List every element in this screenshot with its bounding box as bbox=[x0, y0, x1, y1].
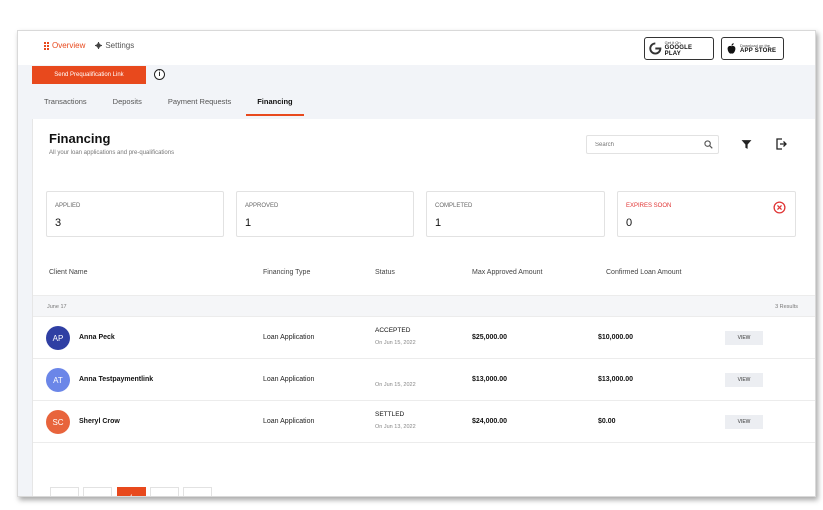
google-play-badge[interactable]: Get it On GOOGLE PLAY bbox=[644, 37, 714, 60]
financing-type: Loan Application bbox=[263, 418, 315, 425]
col-confirmed-loan-amount[interactable]: Confirmed Loan Amount bbox=[606, 269, 682, 276]
status-text: ACCEPTED bbox=[375, 327, 411, 334]
group-result-count: 3 Results bbox=[775, 304, 798, 310]
col-max-approved-amount[interactable]: Max Approved Amount bbox=[472, 269, 542, 276]
export-icon[interactable] bbox=[775, 138, 787, 150]
client-name: Anna Peck bbox=[79, 334, 115, 341]
stat-applied-value: 3 bbox=[55, 217, 62, 229]
col-client-name[interactable]: Client Name bbox=[49, 269, 88, 276]
financing-type: Loan Application bbox=[263, 376, 315, 383]
gear-icon bbox=[95, 42, 103, 49]
avatar: AT bbox=[46, 368, 70, 392]
table-row[interactable]: SC Sheryl Crow Loan Application SETTLED … bbox=[33, 401, 815, 443]
view-button[interactable]: VIEW bbox=[725, 415, 763, 429]
stat-applied: APPLIED 3 bbox=[46, 191, 224, 237]
col-status[interactable]: Status bbox=[375, 269, 395, 276]
financing-type: Loan Application bbox=[263, 334, 315, 341]
page-first-button[interactable]: « bbox=[50, 487, 79, 496]
app-window: Overview Settings Get it On GOOGLE PLAY … bbox=[17, 30, 816, 497]
tab-transactions[interactable]: Transactions bbox=[44, 97, 87, 116]
app-store-big-text: APP STORE bbox=[740, 48, 777, 54]
grid-icon bbox=[44, 41, 49, 50]
nav-overview[interactable]: Overview bbox=[44, 41, 85, 50]
status-date: On Jun 13, 2022 bbox=[375, 424, 416, 430]
view-button[interactable]: VIEW bbox=[725, 331, 763, 345]
page-subtitle: All your loan applications and pre-quali… bbox=[49, 150, 175, 156]
stat-approved-label: APPROVED bbox=[245, 203, 279, 209]
max-approved-amount: $24,000.00 bbox=[472, 418, 508, 425]
page-prev-button[interactable]: ‹ bbox=[83, 487, 112, 496]
page-last-button[interactable]: » bbox=[183, 487, 212, 496]
status-date: On Jun 15, 2022 bbox=[375, 340, 416, 346]
stat-completed-value: 1 bbox=[435, 217, 442, 229]
financing-panel: Financing All your loan applications and… bbox=[32, 119, 815, 496]
google-play-big-text: GOOGLE PLAY bbox=[664, 45, 693, 57]
google-icon bbox=[649, 42, 662, 55]
app-store-badge[interactable]: Download on the APP STORE bbox=[721, 37, 784, 60]
stat-expires-soon: EXPIRES SOON 0 bbox=[617, 191, 796, 237]
page-1-button[interactable]: 1 bbox=[117, 487, 146, 496]
stat-approved-value: 1 bbox=[245, 217, 252, 229]
tab-financing[interactable]: Financing bbox=[246, 97, 304, 116]
info-icon[interactable]: i bbox=[154, 69, 165, 80]
search-icon[interactable] bbox=[704, 140, 713, 149]
close-circle-icon[interactable] bbox=[773, 201, 786, 214]
status-date: On Jun 15, 2022 bbox=[375, 382, 416, 388]
filter-icon[interactable] bbox=[741, 139, 752, 150]
confirmed-loan-amount: $13,000.00 bbox=[598, 376, 634, 383]
nav-settings[interactable]: Settings bbox=[95, 41, 134, 50]
date-group-row: June 17 3 Results bbox=[33, 295, 815, 317]
stat-completed: COMPLETED 1 bbox=[426, 191, 605, 237]
page-next-button[interactable]: › bbox=[150, 487, 179, 496]
nav-settings-label: Settings bbox=[105, 41, 135, 50]
confirmed-loan-amount: $0.00 bbox=[598, 418, 616, 425]
stat-expires-soon-label: EXPIRES SOON bbox=[626, 203, 672, 209]
top-nav: Overview Settings bbox=[44, 41, 134, 50]
search-input[interactable] bbox=[586, 135, 719, 154]
group-date: June 17 bbox=[47, 304, 67, 310]
stat-completed-label: COMPLETED bbox=[435, 203, 473, 209]
avatar: AP bbox=[46, 326, 70, 350]
tab-bar: Transactions Deposits Payment Requests F… bbox=[44, 97, 330, 116]
table-row[interactable]: AP Anna Peck Loan Application ACCEPTED O… bbox=[33, 317, 815, 359]
avatar: SC bbox=[46, 410, 70, 434]
nav-overview-label: Overview bbox=[52, 41, 86, 50]
tab-payment-requests[interactable]: Payment Requests bbox=[168, 97, 231, 116]
stat-expires-soon-value: 0 bbox=[626, 217, 633, 229]
tab-deposits[interactable]: Deposits bbox=[113, 97, 142, 116]
stat-applied-label: APPLIED bbox=[55, 203, 81, 209]
max-approved-amount: $25,000.00 bbox=[472, 334, 508, 341]
client-name: Anna Testpaymentlink bbox=[79, 376, 154, 383]
client-name: Sheryl Crow bbox=[79, 418, 120, 425]
confirmed-loan-amount: $10,000.00 bbox=[598, 334, 634, 341]
page-title: Financing bbox=[49, 131, 111, 146]
view-button[interactable]: VIEW bbox=[725, 373, 763, 387]
table-row[interactable]: AT Anna Testpaymentlink Loan Application… bbox=[33, 359, 815, 401]
status-text: SETTLED bbox=[375, 411, 405, 418]
col-financing-type[interactable]: Financing Type bbox=[263, 269, 310, 276]
stat-approved: APPROVED 1 bbox=[236, 191, 414, 237]
send-prequalification-link-button[interactable]: Send Prequalification Link bbox=[32, 66, 146, 84]
apple-icon bbox=[727, 42, 736, 54]
max-approved-amount: $13,000.00 bbox=[472, 376, 508, 383]
